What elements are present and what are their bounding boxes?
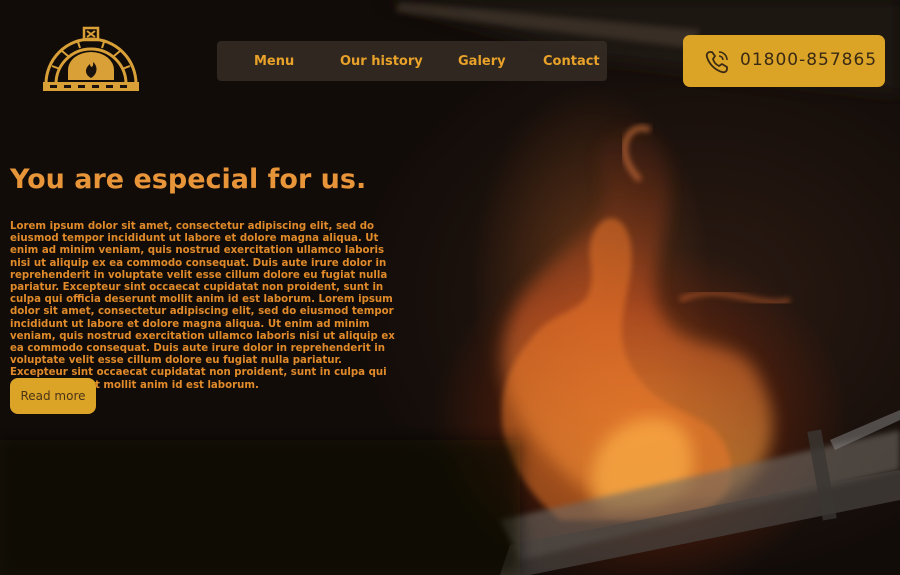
nav-item-our-history[interactable]: Our history	[340, 54, 423, 69]
nav-item-galery[interactable]: Galery	[458, 54, 506, 69]
hero-headline: You are especial for us.	[10, 164, 367, 195]
read-more-button[interactable]: Read more	[10, 378, 96, 414]
pizza-oven-icon	[43, 26, 139, 91]
main-nav: Menu Our history Galery Contact	[217, 41, 607, 81]
nav-item-contact[interactable]: Contact	[543, 54, 600, 69]
phone-number: 01800-857865	[740, 50, 878, 70]
hero-body-text: Lorem ipsum dolor sit amet, consectetur …	[10, 221, 395, 391]
nav-item-menu[interactable]: Menu	[254, 54, 294, 69]
phone-button[interactable]: 01800-857865	[683, 35, 885, 87]
phone-icon	[705, 51, 728, 74]
logo[interactable]	[40, 24, 142, 94]
